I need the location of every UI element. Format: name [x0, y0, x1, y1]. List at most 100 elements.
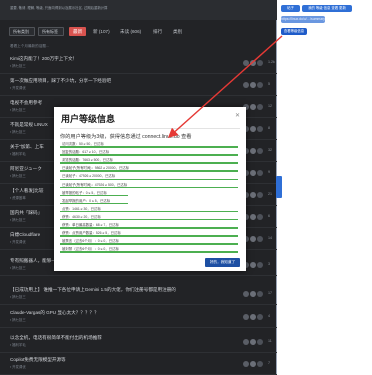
topic-title[interactable]: Kimi这内能了！200万字上下文！ — [10, 56, 77, 62]
avatar[interactable] — [257, 262, 263, 268]
poster-avatars — [243, 148, 263, 154]
side-button-posts[interactable]: 帖子 — [281, 5, 300, 12]
avatar[interactable] — [250, 82, 256, 88]
reply-count: 7 — [268, 361, 270, 365]
topic-category[interactable]: ▪ 搞七捻三 — [10, 317, 26, 322]
avatar[interactable] — [257, 291, 263, 297]
avatar[interactable] — [250, 262, 256, 268]
topic-category[interactable]: ▪ 搞七捻三 — [10, 173, 26, 178]
requirement-progress-bar — [60, 251, 238, 253]
topic-row[interactable]: 以念全机，电话有很简单不能付出的机场推荐 ▪ 福利羊毛 11 — [0, 331, 277, 353]
topic-row[interactable]: Claude-Vargas的 GPU 显心太大？？？？？ ▪ 搞七捻三 4 — [0, 306, 277, 328]
reply-count: 3 — [268, 262, 270, 266]
requirement-item: 被封禁（过去6个月）：0 ≤ 0，已达标 — [60, 246, 238, 254]
topic-category[interactable]: ▪ 搞七捻三 — [10, 107, 26, 112]
avatar[interactable] — [257, 314, 263, 320]
topic-title[interactable]: Copilot免费无限模型开源等 — [10, 357, 66, 363]
poster-avatars — [243, 361, 263, 367]
requirement-progress-bar — [60, 154, 238, 156]
check-level-button[interactable]: 查看等级信息 — [281, 28, 307, 35]
category-dropdown[interactable]: 所有类别 — [9, 27, 35, 36]
avatar[interactable] — [243, 82, 249, 88]
topic-category[interactable]: ▪ 开发调优 — [10, 85, 26, 90]
avatar[interactable] — [243, 361, 249, 367]
reply-count: 6 — [268, 214, 270, 218]
requirement-progress-bar — [60, 243, 238, 245]
tab-unread[interactable]: 未读 (606) — [120, 27, 141, 36]
topic-title[interactable]: Claude-Vargas的 GPU 显心太大？？？？？ — [10, 310, 99, 316]
topic-category[interactable]: ▪ 开发调优 — [10, 364, 26, 369]
avatar[interactable] — [250, 148, 256, 154]
avatar[interactable] — [257, 361, 263, 367]
requirement-item: 被禁言（过去6个月）：0 ≤ 0，已达标 — [60, 238, 238, 246]
tab-latest[interactable]: 最新 — [69, 27, 87, 36]
topic-category[interactable]: ▪ 搞七捻三 — [10, 129, 26, 134]
poster-avatars — [243, 339, 263, 345]
topic-title[interactable]: 以念全机，电话有很简单不能付出的机场推荐 — [10, 335, 102, 341]
side-drawer-handle[interactable] — [276, 176, 282, 198]
poster-avatars — [243, 170, 263, 176]
reply-count: 12 — [268, 104, 272, 108]
avatar[interactable] — [250, 170, 256, 176]
avatar[interactable] — [243, 339, 249, 345]
avatar[interactable] — [250, 339, 256, 345]
topic-category[interactable]: ▪ 搞七捻三 — [10, 294, 26, 299]
avatar[interactable] — [257, 236, 263, 242]
avatar[interactable] — [250, 236, 256, 242]
new-topics-notice[interactable]: 看看上个月最新的话题… — [10, 44, 50, 49]
topic-category[interactable]: ▪ 开发调优 — [10, 239, 26, 244]
topic-title[interactable]: 白嫖Cloudflare — [10, 232, 40, 238]
topic-row[interactable]: Kimi这内能了！200万字上下文！ ▪ 搞七捻三 1.2k — [0, 52, 277, 74]
topic-category[interactable]: ▪ 资源荟萃 — [10, 195, 26, 200]
side-url-field[interactable]: https://linux.do/u/…/summary — [281, 16, 325, 23]
avatar[interactable] — [250, 314, 256, 320]
avatar[interactable] — [257, 148, 263, 154]
avatar[interactable] — [250, 104, 256, 110]
topic-title[interactable]: 阿尼亚ジューク — [10, 166, 42, 172]
side-button-level-refresh[interactable]: 我的 等级 信息 查看 更新 — [302, 5, 352, 12]
avatar[interactable] — [257, 170, 263, 176]
requirement-progress-bar — [60, 227, 238, 229]
topic-category[interactable]: ▪ 福利羊毛 — [10, 151, 26, 156]
topic-row[interactable]: 【已成功用上】 谁推一下各位申请上Gemini 1.5的大佬，你们注册号都是用注… — [0, 283, 277, 305]
topic-row[interactable]: Copilot免费无限模型开源等 ▪ 开发调优 7 — [0, 353, 277, 375]
topic-category[interactable]: ▪ 搞七捻三 — [10, 217, 26, 222]
avatar[interactable] — [243, 314, 249, 320]
topic-title[interactable]: 国内共「踩码」 — [10, 210, 42, 216]
avatar[interactable] — [250, 126, 256, 132]
poster-avatars — [243, 82, 263, 88]
tab-categories[interactable]: 类别 — [173, 27, 182, 36]
avatar[interactable] — [243, 60, 249, 66]
avatar[interactable] — [250, 214, 256, 220]
tab-new[interactable]: 新 (107) — [93, 27, 110, 36]
avatar[interactable] — [257, 214, 263, 220]
avatar[interactable] — [257, 126, 263, 132]
ok-button[interactable]: 好的，我知道了 — [205, 258, 240, 267]
avatar[interactable] — [257, 82, 263, 88]
avatar[interactable] — [250, 60, 256, 66]
dialog-title: 用户等级信息 — [61, 114, 116, 124]
topic-title[interactable]: 关于"加第、上车 — [10, 144, 44, 150]
avatar[interactable] — [250, 291, 256, 297]
topic-title[interactable]: 第一次做应用项目，踩了不少坑，分享一下经验吧 — [10, 78, 111, 84]
avatar[interactable] — [257, 104, 263, 110]
tag-dropdown[interactable]: 所有标签 — [38, 27, 64, 36]
avatar[interactable] — [257, 192, 263, 198]
topic-category[interactable]: ▪ 搞七捻三 — [10, 63, 26, 68]
reply-count: 5 — [268, 82, 270, 86]
avatar[interactable] — [243, 291, 249, 297]
avatar[interactable] — [257, 60, 263, 66]
topic-title[interactable]: 电视不会用参考 — [10, 100, 42, 106]
avatar[interactable] — [257, 339, 263, 345]
close-icon[interactable]: ✕ — [235, 112, 240, 119]
requirement-item: 已读帖子(所有时间)：47926 ≥ 500，已达标 — [60, 182, 238, 190]
topic-title[interactable]: 不就是常规 LINUX — [10, 122, 48, 128]
topic-category[interactable]: ▪ 搞七捻三 — [10, 265, 26, 270]
tab-top[interactable]: 排行 — [153, 27, 162, 36]
avatar[interactable] — [250, 192, 256, 198]
avatar[interactable] — [250, 361, 256, 367]
topic-row[interactable]: 第一次做应用项目，踩了不少坑，分享一下经验吧 ▪ 开发调优 5 — [0, 74, 277, 96]
topic-title[interactable]: 【已成功用上】 谁推一下各位申请上Gemini 1.5的大佬，你们注册号都是用注… — [10, 287, 176, 293]
topic-category[interactable]: ▪ 福利羊毛 — [10, 342, 26, 347]
topic-title[interactable]: 【个人看发]比较 — [10, 188, 43, 194]
